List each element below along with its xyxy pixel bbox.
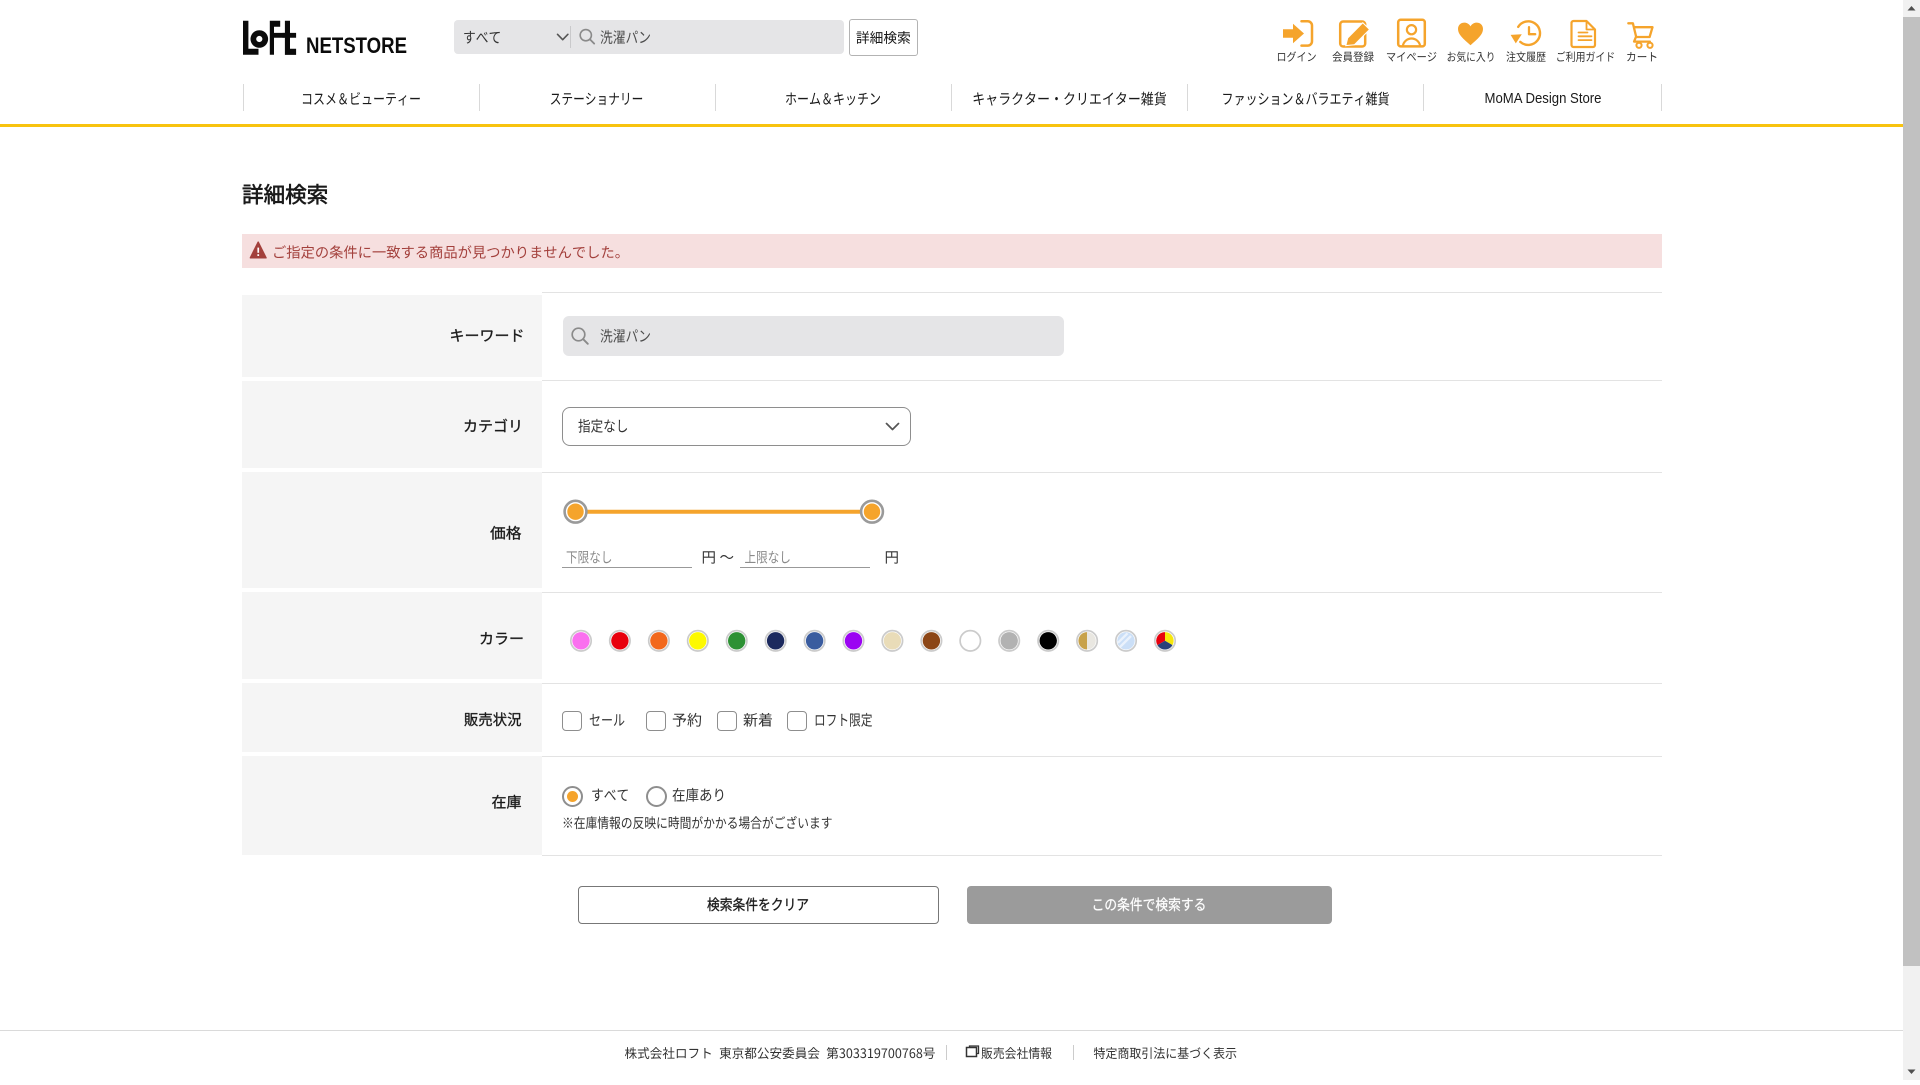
svg-text:MoMA Design Store: MoMA Design Store xyxy=(1485,90,1602,107)
svg-text:NETSTORE: NETSTORE xyxy=(306,33,407,58)
